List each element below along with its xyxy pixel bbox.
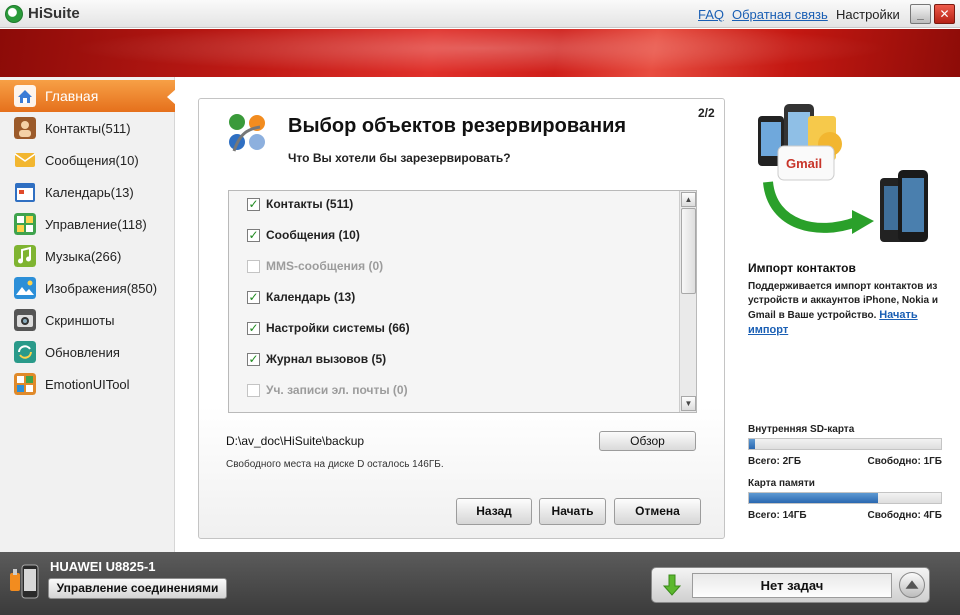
internal-storage-fill — [749, 439, 755, 449]
checkbox-unchecked — [247, 384, 260, 397]
header-banner — [0, 29, 960, 77]
checkbox-label: MMS-сообщения (0) — [266, 259, 384, 273]
sidebar-item-label: Обновления — [45, 345, 120, 360]
settings-link[interactable]: Настройки — [836, 7, 900, 22]
page-counter: 2/2 — [698, 106, 715, 120]
update-icon — [14, 341, 36, 363]
expand-tasks-button[interactable] — [899, 572, 925, 598]
checkbox-label: Контакты (511) — [266, 197, 354, 211]
scroll-down-icon[interactable]: ▼ — [681, 396, 696, 411]
contacts-icon — [14, 117, 36, 139]
start-button[interactable]: Начать — [539, 498, 606, 525]
usb-phone-icon — [10, 564, 39, 599]
minimize-button[interactable]: _ — [910, 4, 931, 24]
scroll-up-icon[interactable]: ▲ — [681, 192, 696, 207]
sidebar-item-label: Скриншоты — [45, 313, 115, 328]
sidebar-item-pictures[interactable]: Изображения(850) — [0, 272, 175, 304]
memory-card-label: Карта памяти — [748, 478, 815, 489]
dialog-title: Выбор объектов резервирования — [288, 115, 627, 137]
pictures-icon — [14, 277, 36, 299]
import-contacts-illustration: Gmail — [758, 104, 928, 242]
sidebar-item-label: Управление(118) — [45, 217, 147, 232]
checkbox-checked[interactable]: ✓ — [247, 198, 260, 211]
promo-title: Импорт контактов — [748, 261, 856, 275]
checkbox-label: Настройки системы (66) — [266, 321, 410, 335]
sidebar-item-messages[interactable]: Сообщения(10) — [0, 144, 175, 176]
chevron-up-icon — [905, 580, 919, 589]
messages-icon — [14, 153, 36, 167]
sidebar: Главная Контакты(511) Сообщения(10) Кале… — [0, 77, 176, 552]
checkbox-checked[interactable]: ✓ — [247, 229, 260, 242]
memory-card-total: Всего: 14ГБ — [748, 510, 807, 521]
feedback-link[interactable]: Обратная связь — [732, 7, 828, 22]
sidebar-item-home[interactable]: Главная — [0, 80, 176, 112]
sidebar-item-updates[interactable]: Обновления — [0, 336, 175, 368]
sidebar-item-label: EmotionUITool — [45, 377, 130, 392]
backup-path: D:\av_doc\HiSuite\backup — [226, 434, 365, 448]
home-icon — [14, 85, 36, 107]
checkbox-label: Уч. записи эл. почты (0) — [266, 383, 408, 397]
list-scrollbar[interactable]: ▲ ▼ — [679, 191, 696, 412]
checkbox-checked[interactable]: ✓ — [247, 291, 260, 304]
sidebar-item-emotionui[interactable]: EmotionUITool — [0, 368, 175, 400]
download-arrow-icon — [662, 574, 682, 596]
checkbox-unchecked — [247, 260, 260, 273]
sidebar-item-screenshots[interactable]: Скриншоты — [0, 304, 175, 336]
apps-icon — [14, 213, 36, 235]
app-title: HiSuite — [28, 5, 80, 22]
sidebar-item-calendar[interactable]: Календарь(13) — [0, 176, 175, 208]
internal-storage-free: Свободно: 1ГБ — [867, 456, 942, 467]
sidebar-item-label: Календарь(13) — [45, 185, 134, 200]
faq-link[interactable]: FAQ — [698, 7, 724, 22]
memory-card-free: Свободно: 4ГБ — [867, 510, 942, 521]
calendar-icon — [15, 183, 35, 202]
checkbox-label: Журнал вызовов (5) — [266, 352, 387, 366]
checkbox-checked[interactable]: ✓ — [247, 353, 260, 366]
connection-manager-button[interactable]: Управление соединениями — [48, 578, 227, 599]
sidebar-item-label: Главная — [45, 88, 99, 104]
free-space-text: Свободного места на диске D осталось 146… — [226, 459, 444, 470]
internal-storage-total: Всего: 2ГБ — [748, 456, 802, 467]
sidebar-item-apps[interactable]: Управление(118) — [0, 208, 175, 240]
gmail-logo-text: Gmail — [786, 156, 822, 171]
memory-card-fill — [749, 493, 878, 503]
checkbox-label: Календарь (13) — [266, 290, 356, 304]
browse-button[interactable]: Обзор — [599, 431, 696, 451]
device-name: HUAWEI U8825-1 — [50, 559, 156, 574]
emotionui-icon — [14, 373, 36, 395]
memory-card-bar — [748, 492, 942, 504]
cancel-button[interactable]: Отмена — [614, 498, 701, 525]
promo-text: Поддерживается импорт контактов из устро… — [748, 280, 944, 338]
sidebar-item-label: Контакты(511) — [45, 121, 131, 136]
task-status: Нет задач — [692, 573, 892, 598]
checkbox-label: Сообщения (10) — [266, 228, 360, 242]
sidebar-item-contacts[interactable]: Контакты(511) — [0, 112, 175, 144]
sidebar-item-music[interactable]: Музыка(266) — [0, 240, 175, 272]
sidebar-item-label: Изображения(850) — [45, 281, 158, 296]
sidebar-item-label: Сообщения(10) — [45, 153, 139, 168]
backup-objects-icon — [229, 114, 265, 152]
internal-storage-bar — [748, 438, 942, 450]
internal-storage-label: Внутренняя SD-карта — [748, 424, 855, 435]
sidebar-item-label: Музыка(266) — [45, 249, 122, 264]
scroll-thumb[interactable] — [681, 208, 696, 294]
checkbox-checked[interactable]: ✓ — [247, 322, 260, 335]
hisuite-logo-icon — [5, 5, 23, 23]
backup-items-list: ✓ Контакты (511) ✓ Сообщения (10) MMS-со… — [228, 190, 697, 413]
music-icon — [14, 245, 36, 267]
back-button[interactable]: Назад — [456, 498, 532, 525]
screenshot-icon — [14, 309, 36, 331]
dialog-subtitle: Что Вы хотели бы зарезервировать? — [288, 151, 511, 165]
close-button[interactable]: ✕ — [934, 4, 955, 24]
